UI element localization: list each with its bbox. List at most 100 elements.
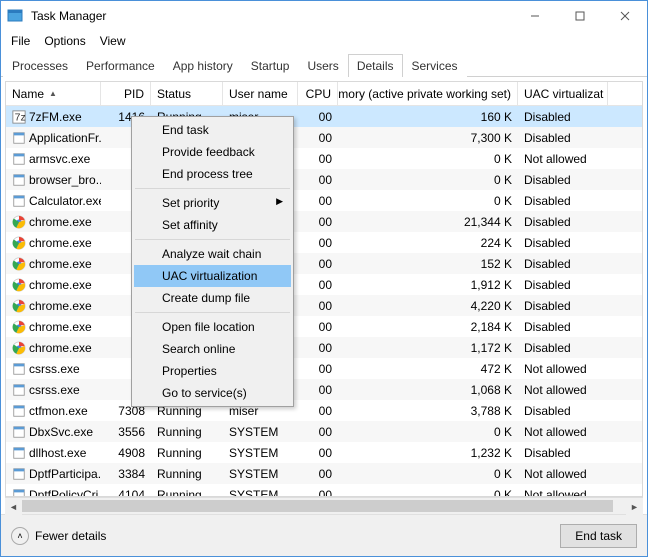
table-row[interactable]: chrome.exe00152 KDisabled (6, 253, 642, 274)
minimize-button[interactable] (512, 1, 557, 31)
scroll-thumb[interactable] (22, 500, 613, 512)
table-row[interactable]: csrss.exeM00472 KNot allowed (6, 358, 642, 379)
cell-cpu: 00 (298, 236, 338, 250)
table-row[interactable]: DptfParticipa...3384RunningSYSTEM000 KNo… (6, 463, 642, 484)
col-mem[interactable]: Memory (active private working set) (338, 82, 518, 105)
cell-pid: 3384 (101, 467, 151, 481)
tab-startup[interactable]: Startup (242, 54, 299, 77)
cell-status: Running (151, 488, 223, 498)
context-menu-item[interactable]: End process tree (134, 163, 291, 185)
horizontal-scrollbar[interactable]: ◄ ► (5, 497, 643, 514)
context-menu-item[interactable]: Go to service(s) (134, 382, 291, 404)
context-menu-item[interactable]: Search online (134, 338, 291, 360)
cell-name: ApplicationFr... (6, 131, 101, 145)
process-icon (12, 341, 26, 355)
table-row[interactable]: ApplicationFr...007,300 KDisabled (6, 127, 642, 148)
cell-user: SYSTEM (223, 467, 298, 481)
tab-app-history[interactable]: App history (164, 54, 242, 77)
table-row[interactable]: chrome.exe001,172 KDisabled (6, 337, 642, 358)
cell-uac: Not allowed (518, 362, 608, 376)
table-row[interactable]: Calculator.exe000 KDisabled (6, 190, 642, 211)
tab-performance[interactable]: Performance (77, 54, 164, 77)
cell-cpu: 00 (298, 446, 338, 460)
table-row[interactable]: chrome.exe002,184 KDisabled (6, 316, 642, 337)
context-menu-item[interactable]: Properties (134, 360, 291, 382)
cell-uac: Not allowed (518, 488, 608, 498)
context-menu-item[interactable]: Create dump file (134, 287, 291, 309)
process-table: Name▲ PID Status User name CPU Memory (a… (5, 81, 643, 497)
cell-uac: Not allowed (518, 383, 608, 397)
cell-name: csrss.exe (6, 383, 101, 397)
menu-separator (135, 312, 290, 313)
col-status[interactable]: Status (151, 82, 223, 105)
context-menu-item[interactable]: Set affinity (134, 214, 291, 236)
col-user[interactable]: User name (223, 82, 298, 105)
tab-services[interactable]: Services (403, 54, 467, 77)
cell-mem: 3,788 K (338, 404, 518, 418)
table-row[interactable]: chrome.exe00224 KDisabled (6, 232, 642, 253)
menu-view[interactable]: View (94, 32, 132, 50)
context-menu-item[interactable]: End task (134, 119, 291, 141)
process-icon (12, 383, 26, 397)
table-row[interactable]: chrome.exe001,912 KDisabled (6, 274, 642, 295)
cell-user: SYSTEM (223, 446, 298, 460)
menu-separator (135, 188, 290, 189)
cell-name: chrome.exe (6, 341, 101, 355)
tab-users[interactable]: Users (298, 54, 347, 77)
scroll-left-button[interactable]: ◄ (5, 498, 22, 515)
cell-mem: 224 K (338, 236, 518, 250)
table-row[interactable]: armsvc.exeM000 KNot allowed (6, 148, 642, 169)
titlebar[interactable]: Task Manager (1, 1, 647, 31)
cell-name: csrss.exe (6, 362, 101, 376)
table-header: Name▲ PID Status User name CPU Memory (a… (6, 82, 642, 106)
table-row[interactable]: browser_bro...000 KDisabled (6, 169, 642, 190)
col-name[interactable]: Name▲ (6, 82, 101, 105)
table-row[interactable]: ctfmon.exe7308Runningmiser003,788 KDisab… (6, 400, 642, 421)
context-menu-item[interactable]: UAC virtualization (134, 265, 291, 287)
cell-cpu: 00 (298, 257, 338, 271)
cell-name: chrome.exe (6, 236, 101, 250)
tabs: Processes Performance App history Startu… (1, 53, 647, 77)
svg-text:7z: 7z (15, 111, 26, 123)
cell-name: 7z7zFM.exe (6, 110, 101, 124)
menu-file[interactable]: File (5, 32, 36, 50)
table-row[interactable]: DptfPolicyCri...4104RunningSYSTEM000 KNo… (6, 484, 642, 497)
process-icon (12, 467, 26, 481)
cell-cpu: 00 (298, 383, 338, 397)
cell-uac: Disabled (518, 278, 608, 292)
process-icon (12, 488, 26, 498)
table-row[interactable]: 7z7zFM.exe1416Runningmiser00160 KDisable… (6, 106, 642, 127)
cell-cpu: 00 (298, 404, 338, 418)
app-icon (7, 7, 25, 25)
menu-separator (135, 239, 290, 240)
table-row[interactable]: dllhost.exe4908RunningSYSTEM001,232 KDis… (6, 442, 642, 463)
table-row[interactable]: chrome.exe004,220 KDisabled (6, 295, 642, 316)
cell-cpu: 00 (298, 299, 338, 313)
close-button[interactable] (602, 1, 647, 31)
scroll-right-button[interactable]: ► (626, 498, 643, 515)
tab-processes[interactable]: Processes (3, 54, 77, 77)
menu-options[interactable]: Options (38, 32, 91, 50)
col-uac[interactable]: UAC virtualizat (518, 82, 608, 105)
col-cpu[interactable]: CPU (298, 82, 338, 105)
context-menu-item[interactable]: Provide feedback (134, 141, 291, 163)
table-row[interactable]: csrss.exeM001,068 KNot allowed (6, 379, 642, 400)
process-icon (12, 131, 26, 145)
cell-uac: Disabled (518, 257, 608, 271)
cell-uac: Disabled (518, 320, 608, 334)
fewer-details-toggle[interactable]: ˄ Fewer details (11, 527, 106, 545)
tab-details[interactable]: Details (348, 54, 403, 77)
sort-asc-icon: ▲ (49, 89, 57, 98)
table-row[interactable]: chrome.exe0021,344 KDisabled (6, 211, 642, 232)
cell-mem: 152 K (338, 257, 518, 271)
table-row[interactable]: DbxSvc.exe3556RunningSYSTEM000 KNot allo… (6, 421, 642, 442)
maximize-button[interactable] (557, 1, 602, 31)
context-menu-item[interactable]: Set priority▶ (134, 192, 291, 214)
cell-cpu: 00 (298, 320, 338, 334)
end-task-button[interactable]: End task (560, 524, 637, 548)
context-menu-item[interactable]: Open file location (134, 316, 291, 338)
context-menu-item[interactable]: Analyze wait chain (134, 243, 291, 265)
col-pid[interactable]: PID (101, 82, 151, 105)
cell-mem: 160 K (338, 110, 518, 124)
cell-cpu: 00 (298, 278, 338, 292)
